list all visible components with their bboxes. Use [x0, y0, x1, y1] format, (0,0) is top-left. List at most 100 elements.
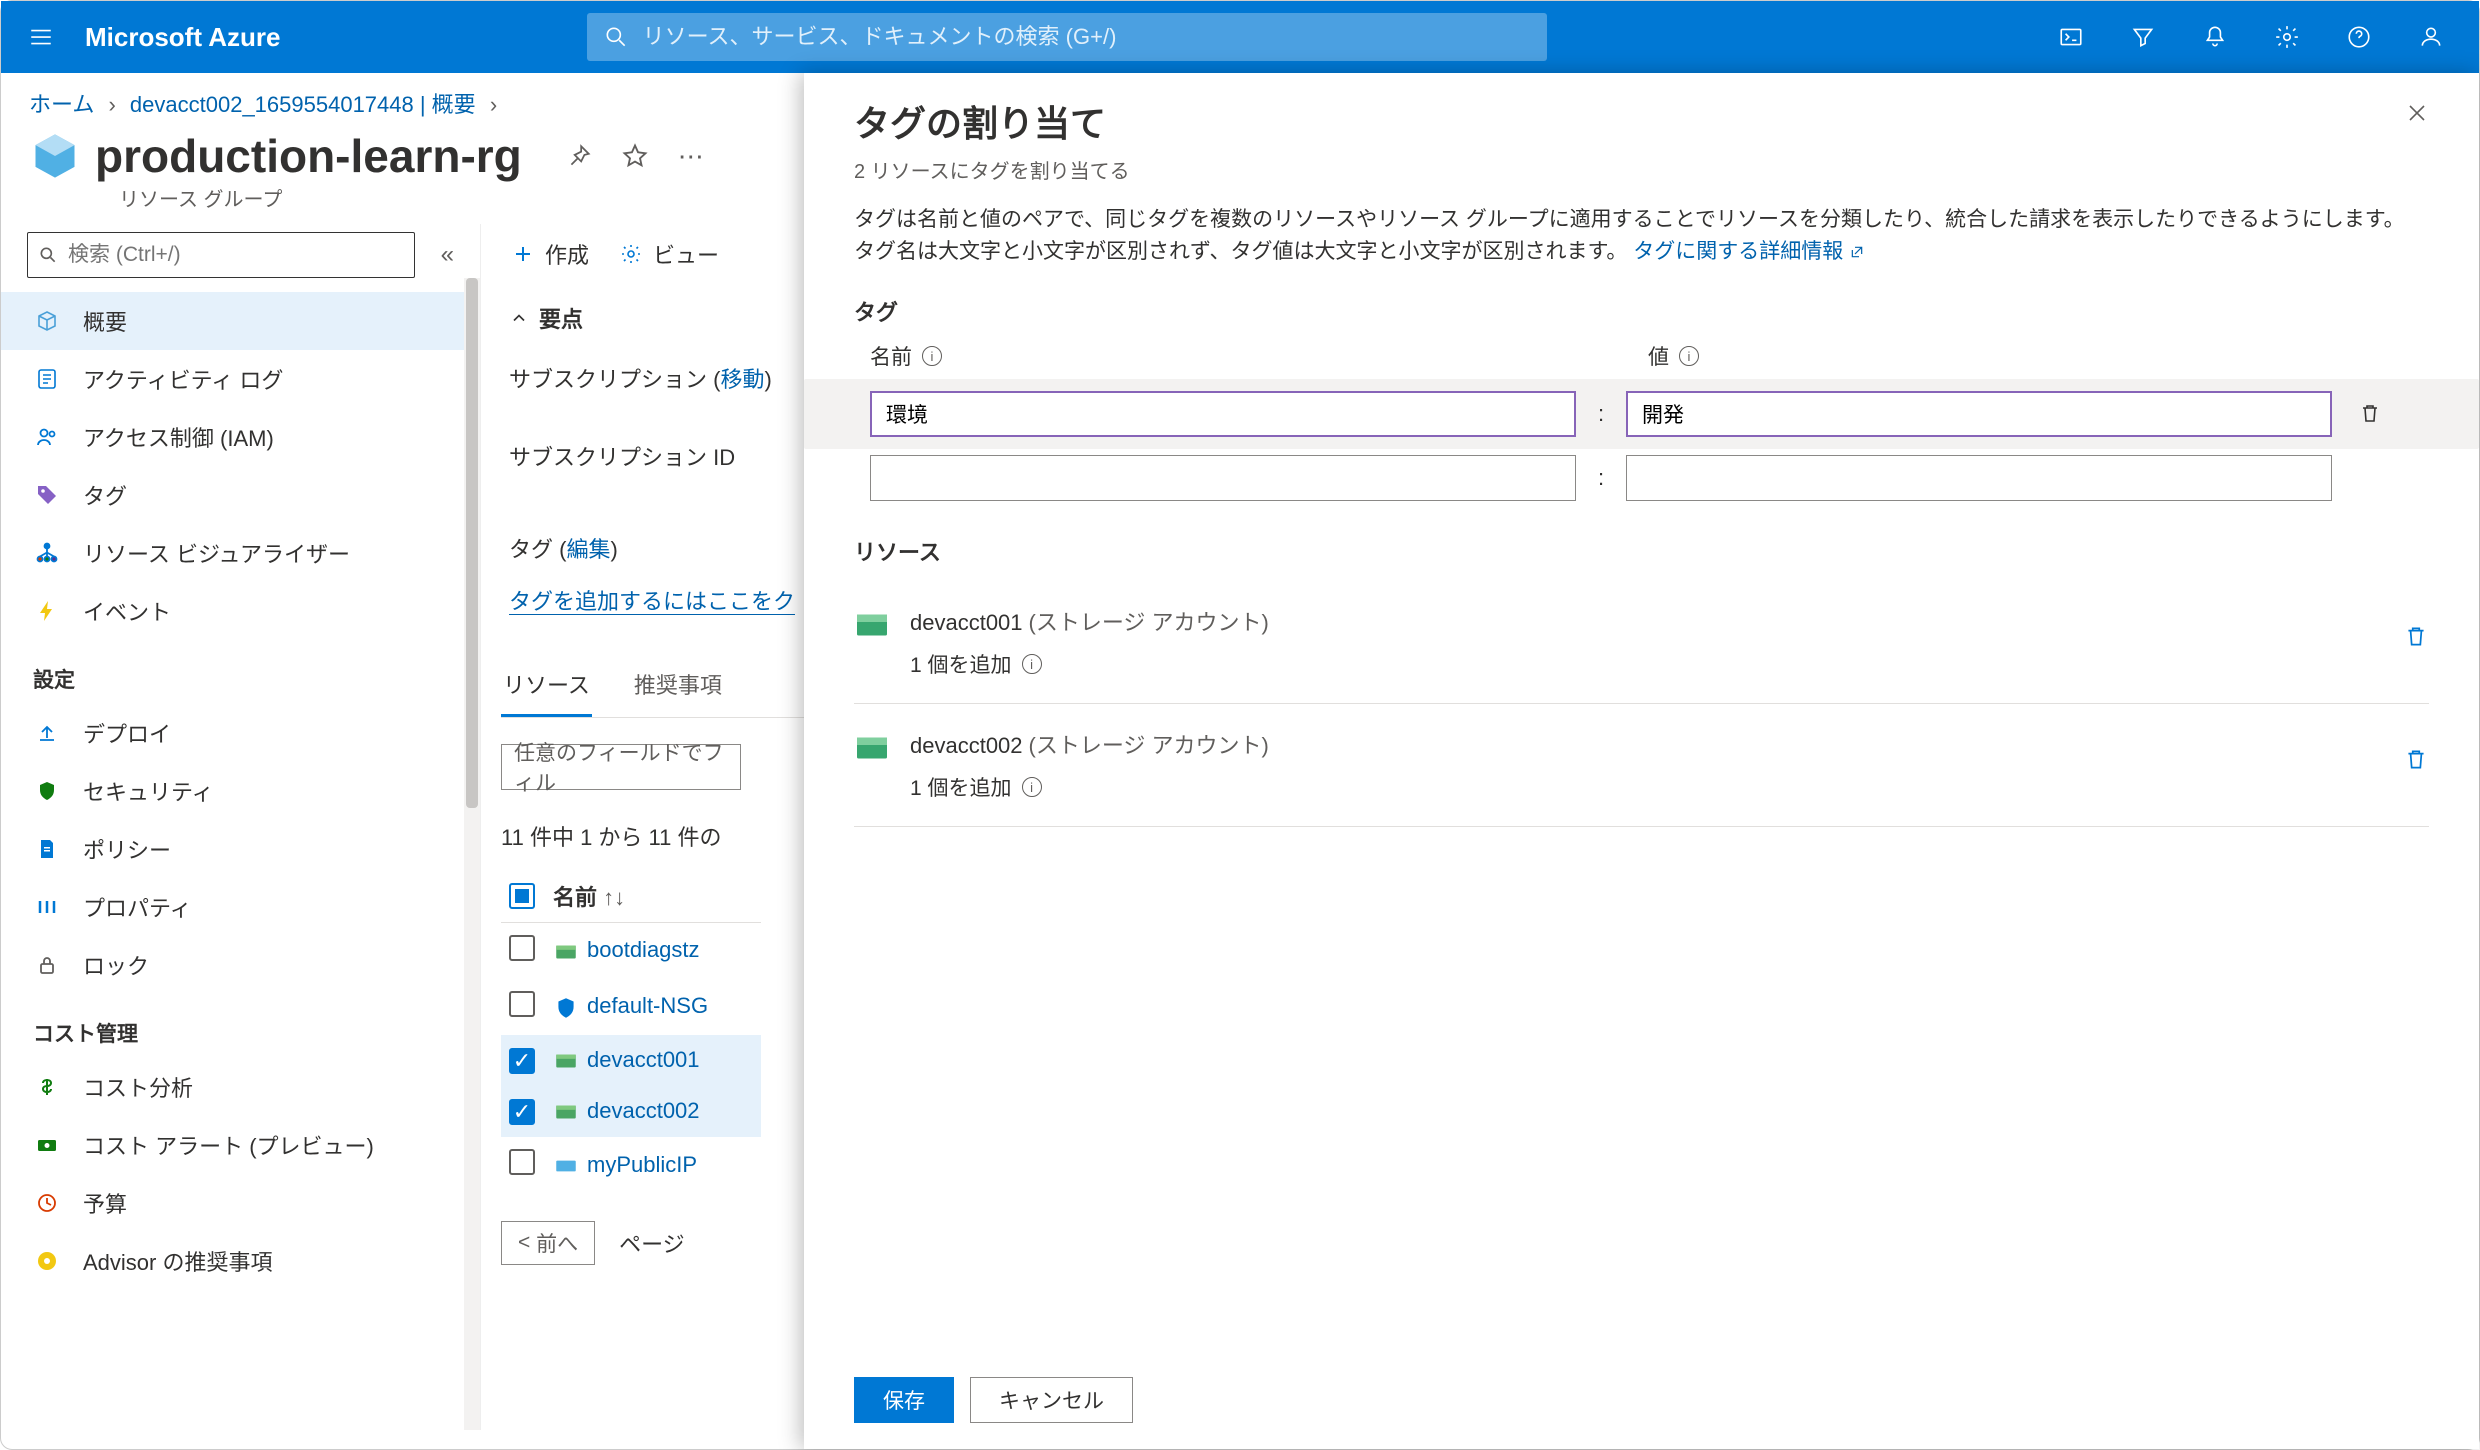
prev-page-button[interactable]: < 前へ [501, 1221, 595, 1265]
tab-resources[interactable]: リソース [501, 656, 592, 717]
trash-icon [2358, 401, 2382, 425]
nav-tags[interactable]: タグ [1, 466, 480, 524]
log-icon [33, 365, 61, 393]
pin-button[interactable] [560, 137, 598, 175]
row-checkbox[interactable]: ✓ [509, 1099, 535, 1125]
tab-recommendations[interactable]: 推奨事項 [632, 656, 724, 717]
row-checkbox[interactable] [509, 1149, 535, 1175]
doc-icon [33, 835, 61, 863]
breadcrumb-home[interactable]: ホーム [29, 92, 94, 117]
create-button[interactable]: 作成 [511, 238, 589, 270]
tag-value-input[interactable] [1626, 455, 2332, 501]
resource-card: devacct002(ストレージ アカウント) 1 個を追加i [854, 704, 2429, 827]
nav-label: ロック [83, 949, 149, 981]
nav-label: コスト分析 [83, 1071, 193, 1103]
tag-name-input[interactable] [870, 391, 1576, 437]
favorite-button[interactable] [616, 137, 654, 175]
tag-delete-button[interactable] [2350, 401, 2390, 428]
resource-link[interactable]: default-NSG [587, 993, 708, 1018]
panel-close-button[interactable] [2405, 95, 2429, 132]
nav-access-control[interactable]: アクセス制御 (IAM) [1, 408, 480, 466]
col-name-text: 名前 [870, 341, 912, 371]
storage-icon [854, 730, 890, 766]
notifications-button[interactable] [2183, 13, 2247, 61]
save-button[interactable]: 保存 [854, 1377, 954, 1423]
nav-label: アクセス制御 (IAM) [83, 421, 274, 453]
info-icon[interactable]: i [922, 346, 942, 366]
nav-locks[interactable]: ロック [1, 936, 480, 994]
table-row[interactable]: ✓ devacct002 [501, 1086, 761, 1137]
nav-cost-alerts[interactable]: コスト アラート (プレビュー) [1, 1116, 480, 1174]
col-name[interactable]: 名前 ↑↓ [545, 870, 761, 923]
settings-button[interactable] [2255, 13, 2319, 61]
row-checkbox[interactable] [509, 935, 535, 961]
info-icon[interactable]: i [1679, 346, 1699, 366]
learn-more-link[interactable]: タグに関する詳細情報 [1633, 240, 1865, 263]
tags-edit-link[interactable]: 編集 [566, 537, 610, 562]
nav-label: 予算 [83, 1187, 127, 1219]
resource-link[interactable]: devacct002 [587, 1098, 700, 1123]
view-button[interactable]: ビュー [619, 238, 719, 270]
info-icon[interactable]: i [1022, 654, 1042, 674]
sidebar-scroll[interactable]: 概要 アクティビティ ログ アクセス制御 (IAM) タグ リソース ビジュアラ… [1, 292, 480, 1430]
nav-activity-log[interactable]: アクティビティ ログ [1, 350, 480, 408]
brand-label[interactable]: Microsoft Azure [85, 22, 281, 53]
nav-security[interactable]: セキュリティ [1, 762, 480, 820]
bell-icon [2202, 24, 2228, 50]
nav-advisor[interactable]: Advisor の推奨事項 [1, 1232, 480, 1290]
table-header-row: 名前 ↑↓ [501, 870, 761, 923]
info-icon[interactable]: i [1022, 777, 1042, 797]
scrollbar-thumb[interactable] [466, 278, 478, 808]
azure-topbar: Microsoft Azure [1, 1, 2479, 73]
filter-input[interactable]: 任意のフィールドでフィル [501, 744, 741, 790]
help-button[interactable] [2327, 13, 2391, 61]
sidebar-search-input[interactable] [66, 242, 404, 268]
tags-add-link[interactable]: タグを追加するにはここをク [509, 589, 795, 615]
sidebar-scrollbar[interactable] [464, 278, 480, 1430]
resource-link[interactable]: bootdiagstz [587, 937, 700, 962]
tag-value-input[interactable] [1626, 391, 2332, 437]
row-checkbox[interactable] [509, 991, 535, 1017]
global-search-input[interactable] [641, 23, 1531, 51]
chevron-icon: › [108, 92, 115, 117]
resource-remove-button[interactable] [2403, 728, 2429, 775]
sidebar-search[interactable] [27, 232, 415, 278]
nav-resource-visualizer[interactable]: リソース ビジュアライザー [1, 524, 480, 582]
nav-cost-analysis[interactable]: コスト分析 [1, 1058, 480, 1116]
row-checkbox[interactable]: ✓ [509, 1048, 535, 1074]
table-row[interactable]: bootdiagstz [501, 923, 761, 980]
nav-deployments[interactable]: デプロイ [1, 704, 480, 762]
subscription-close: ) [764, 367, 771, 392]
table-row[interactable]: default-NSG [501, 979, 761, 1035]
more-button[interactable]: ⋯ [672, 137, 710, 175]
table-row[interactable]: ✓ devacct001 [501, 1035, 761, 1086]
directories-button[interactable] [2111, 13, 2175, 61]
cloud-shell-button[interactable] [2039, 13, 2103, 61]
hamburger-menu[interactable] [17, 13, 65, 61]
resource-link[interactable]: myPublicIP [587, 1152, 697, 1177]
nav-overview[interactable]: 概要 [1, 292, 480, 350]
resource-add-row: 1 個を追加i [910, 772, 2383, 802]
chevron-icon: › [490, 92, 497, 117]
global-search[interactable] [587, 13, 1547, 61]
tag-name-input[interactable] [870, 455, 1576, 501]
pin-icon [566, 143, 592, 169]
nav-properties[interactable]: プロパティ [1, 878, 480, 936]
resource-remove-button[interactable] [2403, 605, 2429, 652]
filter-placeholder: 任意のフィールドでフィル [514, 737, 728, 797]
table-row[interactable]: myPublicIP [501, 1137, 761, 1193]
resource-link[interactable]: devacct001 [587, 1047, 700, 1072]
nav-budgets[interactable]: 予算 [1, 1174, 480, 1232]
select-all-checkbox[interactable] [509, 883, 535, 909]
cube-icon [33, 307, 61, 335]
cancel-button[interactable]: キャンセル [970, 1377, 1133, 1423]
nav-policies[interactable]: ポリシー [1, 820, 480, 878]
feedback-button[interactable] [2399, 13, 2463, 61]
breadcrumb-item[interactable]: devacct002_1659554017448 | 概要 [130, 92, 476, 117]
sidebar-collapse-button[interactable]: « [441, 241, 454, 269]
nav-events[interactable]: イベント [1, 582, 480, 640]
nav-label: アクティビティ ログ [83, 363, 283, 395]
nav-label: Advisor の推奨事項 [83, 1245, 272, 1277]
subscription-move-link[interactable]: 移動 [720, 367, 764, 392]
panel-subtitle: 2 リソースにタグを割り当てる [804, 153, 2479, 200]
